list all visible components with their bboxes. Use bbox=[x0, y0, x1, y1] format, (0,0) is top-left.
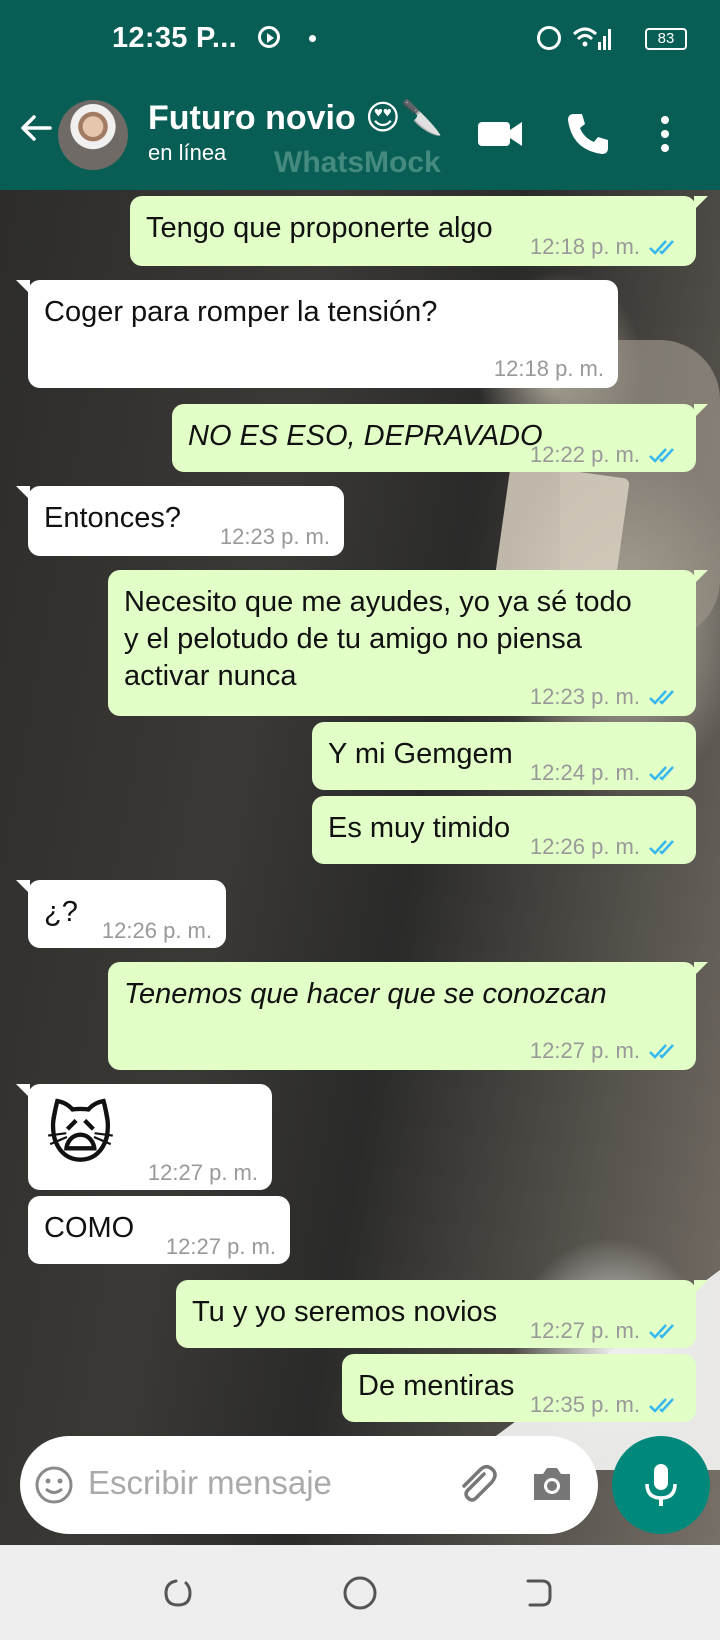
message-text: Tengo que proponerte algo bbox=[146, 212, 493, 244]
message-time: 12:23 p. m. bbox=[219, 524, 330, 549]
battery-indicator: 83 bbox=[645, 28, 687, 50]
message-time: 12:27 p. m. bbox=[529, 1038, 640, 1063]
recent-apps-icon[interactable] bbox=[160, 1575, 196, 1611]
alarm-icon bbox=[537, 26, 561, 50]
message-bubble-incoming[interactable]: Coger para romper la tensión? 12:18 p. m… bbox=[16, 280, 618, 388]
message-bubble-incoming[interactable]: 🙀 12:27 p. m. bbox=[16, 1084, 272, 1190]
microphone-icon bbox=[645, 1464, 677, 1506]
wifi-signal-icon bbox=[572, 27, 611, 50]
microphone-button[interactable] bbox=[612, 1436, 710, 1534]
message-text: Entonces? bbox=[44, 502, 182, 534]
message-bubble-outgoing[interactable]: NO ES ESO, DEPRAVADO 12:22 p. m. bbox=[172, 404, 708, 472]
message-composer[interactable]: Escribir mensaje bbox=[20, 1436, 598, 1534]
message-text: COMO bbox=[44, 1212, 135, 1244]
message-text: Tenemos que hacer que se conozcan bbox=[124, 978, 607, 1010]
message-text-line: activar nunca bbox=[124, 660, 297, 692]
read-ticks-icon bbox=[649, 1324, 674, 1339]
message-bubble-outgoing[interactable]: Tu y yo seremos novios 12:27 p. m. bbox=[176, 1280, 708, 1348]
message-text: Es muy timido bbox=[328, 812, 511, 844]
message-time: 12:18 p. m. bbox=[493, 356, 604, 381]
message-text: Y mi Gemgem bbox=[328, 738, 513, 770]
message-emoji: 🙀 bbox=[46, 1097, 115, 1171]
read-ticks-icon bbox=[649, 240, 674, 255]
emoji-icon[interactable] bbox=[34, 1465, 74, 1505]
message-bubble-outgoing[interactable]: Tenemos que hacer que se conozcan 12:27 … bbox=[108, 962, 708, 1070]
message-bubble-incoming[interactable]: COMO 12:27 p. m. bbox=[28, 1196, 290, 1264]
contact-avatar[interactable] bbox=[58, 100, 128, 170]
contact-status: en línea bbox=[148, 140, 227, 165]
paperclip-icon[interactable] bbox=[454, 1462, 498, 1506]
notification-dot-icon bbox=[309, 35, 316, 42]
read-ticks-icon bbox=[649, 448, 674, 463]
message-text-line: Necesito que me ayudes, yo ya sé todo bbox=[124, 586, 632, 618]
message-input[interactable]: Escribir mensaje bbox=[88, 1464, 332, 1502]
message-bubble-outgoing[interactable]: Y mi Gemgem 12:24 p. m. bbox=[312, 722, 696, 790]
message-bubble-outgoing[interactable]: Es muy timido 12:26 p. m. bbox=[312, 796, 696, 864]
read-ticks-icon bbox=[649, 766, 674, 781]
message-time: 12:27 p. m. bbox=[147, 1160, 258, 1185]
media-playing-icon bbox=[258, 26, 280, 48]
more-options-icon[interactable] bbox=[650, 108, 680, 160]
status-bar: 12:35 P... 83 bbox=[0, 0, 720, 78]
chat-header: Futuro novio 😍🔪 en línea WhatsMock bbox=[0, 78, 720, 190]
message-time: 12:35 p. m. bbox=[529, 1392, 640, 1417]
camera-icon[interactable] bbox=[530, 1464, 574, 1504]
message-time: 12:18 p. m. bbox=[529, 234, 640, 259]
message-time: 12:24 p. m. bbox=[529, 760, 640, 785]
status-time: 12:35 P... bbox=[112, 22, 238, 54]
message-text-line: y el pelotudo de tu amigo no piensa bbox=[124, 623, 582, 655]
phone-call-icon[interactable] bbox=[562, 108, 614, 160]
watermark: WhatsMock bbox=[274, 146, 441, 179]
system-navigation-bar bbox=[0, 1545, 720, 1640]
message-text: Coger para romper la tensión? bbox=[44, 296, 438, 328]
read-ticks-icon bbox=[649, 690, 674, 705]
message-bubble-outgoing[interactable]: Tengo que proponerte algo 12:18 p. m. bbox=[130, 196, 708, 266]
message-time: 12:26 p. m. bbox=[529, 834, 640, 859]
message-bubble-outgoing[interactable]: De mentiras 12:35 p. m. bbox=[342, 1354, 696, 1422]
back-nav-icon[interactable] bbox=[520, 1575, 556, 1611]
back-arrow-icon[interactable] bbox=[16, 108, 56, 148]
home-icon[interactable] bbox=[340, 1573, 380, 1613]
message-bubble-outgoing[interactable]: Necesito que me ayudes, yo ya sé todo y … bbox=[108, 570, 708, 716]
read-ticks-icon bbox=[649, 840, 674, 855]
message-time: 12:23 p. m. bbox=[529, 684, 640, 709]
message-time: 12:27 p. m. bbox=[529, 1318, 640, 1343]
message-text: NO ES ESO, DEPRAVADO bbox=[188, 420, 543, 452]
message-text: Tu y yo seremos novios bbox=[192, 1296, 498, 1328]
message-time: 12:26 p. m. bbox=[101, 918, 212, 943]
message-text: ¿? bbox=[44, 896, 78, 928]
video-call-icon[interactable] bbox=[474, 108, 526, 160]
read-ticks-icon bbox=[649, 1398, 674, 1413]
message-bubble-incoming[interactable]: ¿? 12:26 p. m. bbox=[16, 880, 226, 948]
message-time: 12:22 p. m. bbox=[529, 442, 640, 467]
contact-name[interactable]: Futuro novio 😍🔪 bbox=[148, 98, 443, 138]
read-ticks-icon bbox=[649, 1044, 674, 1059]
message-bubble-incoming[interactable]: Entonces? 12:23 p. m. bbox=[16, 486, 344, 556]
message-text: De mentiras bbox=[358, 1370, 515, 1402]
message-time: 12:27 p. m. bbox=[165, 1234, 276, 1259]
